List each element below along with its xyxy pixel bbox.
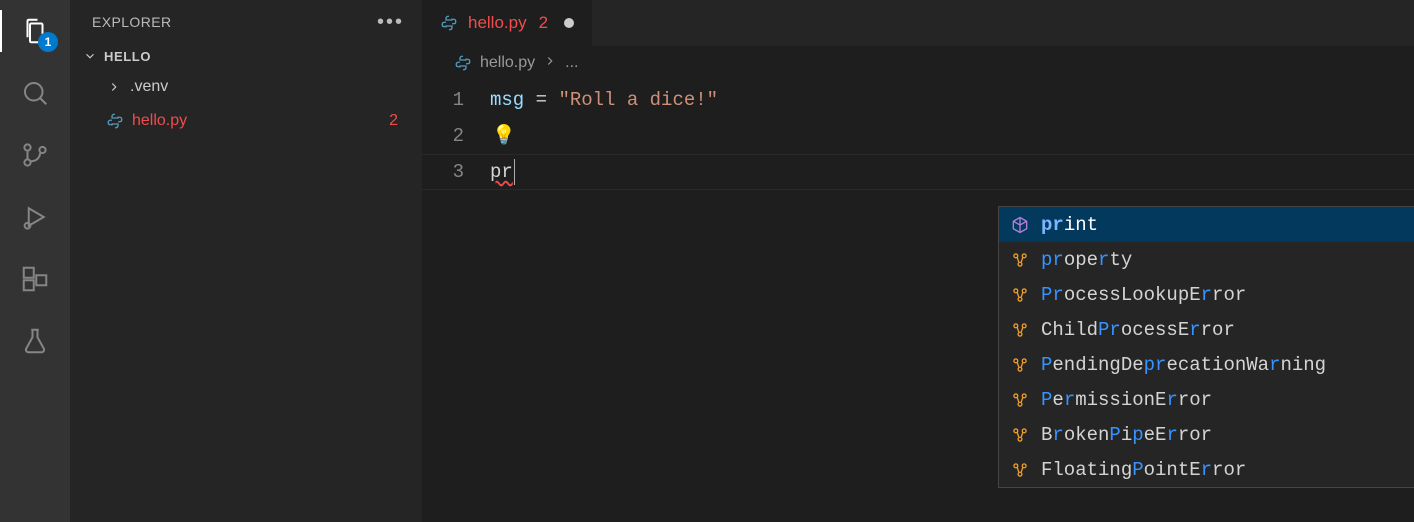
tab-problem-count: 2: [539, 13, 548, 33]
python-file-icon: [440, 14, 458, 32]
method-icon: [1009, 214, 1031, 236]
breadcrumb-file: hello.py: [480, 54, 535, 72]
suggestion-label: property: [1041, 249, 1132, 271]
tab-hello-py[interactable]: hello.py 2: [422, 0, 592, 46]
suggestion-label: ProcessLookupError: [1041, 284, 1246, 306]
chevron-right-icon: [543, 54, 557, 73]
class-icon: [1009, 319, 1031, 341]
line-number: 3: [422, 154, 490, 190]
suggestion-item[interactable]: PermissionError: [999, 382, 1414, 417]
editor-area: hello.py 2 hello.py ... 1 msg = "Roll a …: [422, 0, 1414, 522]
code-line: msg = "Roll a dice!": [490, 82, 718, 118]
suggestion-label: print: [1041, 214, 1098, 236]
suggestion-item[interactable]: property: [999, 242, 1414, 277]
class-icon: [1009, 284, 1031, 306]
activity-bar: 1: [0, 0, 70, 522]
folder-header[interactable]: HELLO: [70, 44, 422, 70]
activity-explorer[interactable]: 1: [18, 14, 52, 48]
dirty-indicator-icon: [564, 18, 574, 28]
suggestion-item[interactable]: ChildProcessError: [999, 312, 1414, 347]
breadcrumb[interactable]: hello.py ...: [422, 46, 1414, 80]
activity-source-control[interactable]: [18, 138, 52, 172]
suggestion-item[interactable]: PendingDeprecationWarning: [999, 347, 1414, 382]
explorer-badge: 1: [38, 32, 58, 52]
tree-item-label: hello.py: [132, 112, 389, 130]
suggestion-label: FloatingPointError: [1041, 459, 1246, 481]
tree-item-folder[interactable]: .venv: [86, 70, 422, 104]
tree-item-file[interactable]: hello.py 2: [86, 104, 422, 138]
activity-search[interactable]: [18, 76, 52, 110]
tab-bar: hello.py 2: [422, 0, 1414, 46]
file-tree: .venv hello.py 2: [70, 70, 422, 138]
code-editor[interactable]: 1 msg = "Roll a dice!" 2 💡 3 pr: [422, 80, 1414, 190]
line-number: 2: [422, 118, 490, 154]
python-file-icon: [454, 54, 472, 72]
sidebar-more-icon[interactable]: •••: [377, 11, 404, 34]
chevron-right-icon: [106, 79, 122, 95]
class-icon: [1009, 389, 1031, 411]
class-icon: [1009, 459, 1031, 481]
class-icon: [1009, 354, 1031, 376]
suggestion-label: BrokenPipeError: [1041, 424, 1212, 446]
suggestion-item[interactable]: BrokenPipeError: [999, 417, 1414, 452]
sidebar-header: EXPLORER •••: [70, 0, 422, 44]
class-icon: [1009, 249, 1031, 271]
python-file-icon: [106, 112, 124, 130]
suggestion-label: PermissionError: [1041, 389, 1212, 411]
error-count: 2: [389, 112, 398, 130]
suggestion-label: ChildProcessError: [1041, 319, 1235, 341]
activity-testing[interactable]: [18, 324, 52, 358]
suggestion-item[interactable]: ProcessLookupError: [999, 277, 1414, 312]
suggestion-label: PendingDeprecationWarning: [1041, 354, 1326, 376]
tree-item-label: .venv: [130, 78, 404, 96]
activity-run-debug[interactable]: [18, 200, 52, 234]
suggestion-item[interactable]: print: [999, 207, 1414, 242]
tab-filename: hello.py: [468, 13, 527, 33]
text-cursor: [514, 159, 515, 185]
sidebar: EXPLORER ••• HELLO .venv hello.py 2: [70, 0, 422, 522]
folder-name: HELLO: [104, 49, 151, 64]
code-line: 💡: [490, 118, 516, 154]
activity-extensions[interactable]: [18, 262, 52, 296]
sidebar-title: EXPLORER: [92, 14, 171, 30]
suggestion-item[interactable]: FloatingPointError: [999, 452, 1414, 487]
code-line: pr: [490, 154, 515, 190]
class-icon: [1009, 424, 1031, 446]
line-number: 1: [422, 82, 490, 118]
chevron-down-icon: [82, 48, 98, 64]
lightbulb-icon[interactable]: 💡: [492, 118, 516, 154]
intellisense-popup[interactable]: print property ProcessLookupError ChildProc…: [998, 206, 1414, 488]
breadcrumb-more: ...: [565, 54, 578, 72]
